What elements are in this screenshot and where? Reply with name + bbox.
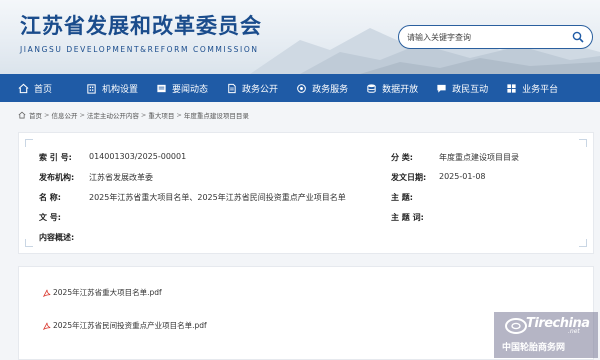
site-header: 江苏省发展和改革委员会 JIANGSU DEVELOPMENT&REFORM C… [0,0,600,74]
nav-item-service[interactable]: 政务服务 [296,74,348,102]
date-value: 2025-01-08 [439,172,486,181]
nav-item-organization[interactable]: 机构设置 [86,74,138,102]
docno-label: 文 号: [39,213,61,222]
name-label: 名 称: [39,193,61,202]
nav-label: 政务公开 [242,84,279,95]
breadcrumb-current: 年度重点建设项目目录 [183,112,249,120]
chat-icon [437,84,446,93]
corner-decoration [579,239,587,247]
category-label: 分 类: [391,153,413,162]
breadcrumb-separator: > [79,111,85,119]
watermark-text: 中国轮胎商务网 [502,343,566,353]
breadcrumb-separator: > [176,111,182,119]
nav-label: 数据开放 [382,84,419,95]
site-title-cn: 江苏省发展和改革委员会 [20,14,262,38]
issuer-label: 发布机构: [39,173,75,182]
nav-item-home[interactable]: 首页 [18,74,52,102]
nav-label: 机构设置 [102,84,139,95]
date-label: 发文日期: [391,173,427,182]
search-box [398,25,593,49]
corner-decoration [579,139,587,147]
search-input[interactable] [407,29,567,45]
watermark-logo: Tirechina .net [504,314,594,336]
summary-label: 内容概述: [39,233,75,242]
attachment-name: 2025年江苏省民间投资重点产业项目名单.pdf [53,321,207,330]
site-logo[interactable]: 江苏省发展和改革委员会 JIANGSU DEVELOPMENT&REFORM C… [20,14,262,54]
building-icon [87,83,96,94]
watermark: Tirechina .net 中国轮胎商务网 [494,312,598,358]
breadcrumb-statutory[interactable]: 法定主动公开内容 [87,110,139,120]
breadcrumb-info-public[interactable]: 信息公开 [51,110,77,120]
news-icon [157,84,166,92]
attachment-name: 2025年江苏省重大项目名单.pdf [53,288,162,297]
platform-icon [507,83,516,93]
breadcrumb-home-icon [18,111,26,119]
breadcrumb: 首页 > 信息公开 > 法定主动公开内容 > 重大项目 > 年度重点建设项目目录 [18,110,249,120]
breadcrumb-separator: > [140,111,147,119]
document-icon [228,83,236,93]
nav-label: 首页 [34,84,53,95]
attachment-link[interactable]: 2025年江苏省重大项目名单.pdf [43,287,162,298]
corner-decoration [25,139,33,147]
nav-item-public[interactable]: 政务公开 [226,74,278,102]
nav-item-platform[interactable]: 业务平台 [506,74,558,102]
search-icon[interactable] [572,31,584,43]
service-icon [297,83,306,93]
pdf-icon [43,322,51,330]
nav-item-interaction[interactable]: 政民互动 [436,74,488,102]
data-icon [367,83,376,93]
index-label: 索 引 号: [39,153,72,162]
subject-label: 主 题: [391,193,413,202]
nav-label: 业务平台 [522,84,559,95]
pdf-icon [43,289,51,297]
tire-icon [505,318,527,334]
name-value: 2025年江苏省重大项目名单、2025年江苏省民间投资重点产业项目名单 [89,193,346,202]
index-value: 014001303/2025-00001 [89,152,187,161]
nav-label: 政民互动 [452,84,489,95]
breadcrumb-major-projects[interactable]: 重大项目 [148,110,174,120]
breadcrumb-separator: > [44,111,50,119]
issuer-value: 江苏省发展改革委 [89,173,153,182]
attachment-link[interactable]: 2025年江苏省民间投资重点产业项目名单.pdf [43,320,207,331]
keywords-label: 主 题 词: [391,213,424,222]
nav-label: 要闻动态 [172,84,209,95]
nav-item-news[interactable]: 要闻动态 [156,74,208,102]
corner-decoration [25,239,33,247]
main-nav: 首页 机构设置 要闻动态 政务公开 政务服务 数据开放 政民互动 业务平台 [0,74,600,102]
nav-item-data[interactable]: 数据开放 [366,74,418,102]
home-icon [18,83,29,93]
category-value: 年度重点建设项目目录 [439,153,519,162]
nav-label: 政务服务 [312,84,349,95]
site-title-en: JIANGSU DEVELOPMENT&REFORM COMMISSION [20,45,259,54]
document-meta-panel: 索 引 号: 014001303/2025-00001 分 类: 年度重点建设项… [18,132,594,254]
breadcrumb-home[interactable]: 首页 [29,110,42,120]
watermark-domain: .net [568,328,580,335]
